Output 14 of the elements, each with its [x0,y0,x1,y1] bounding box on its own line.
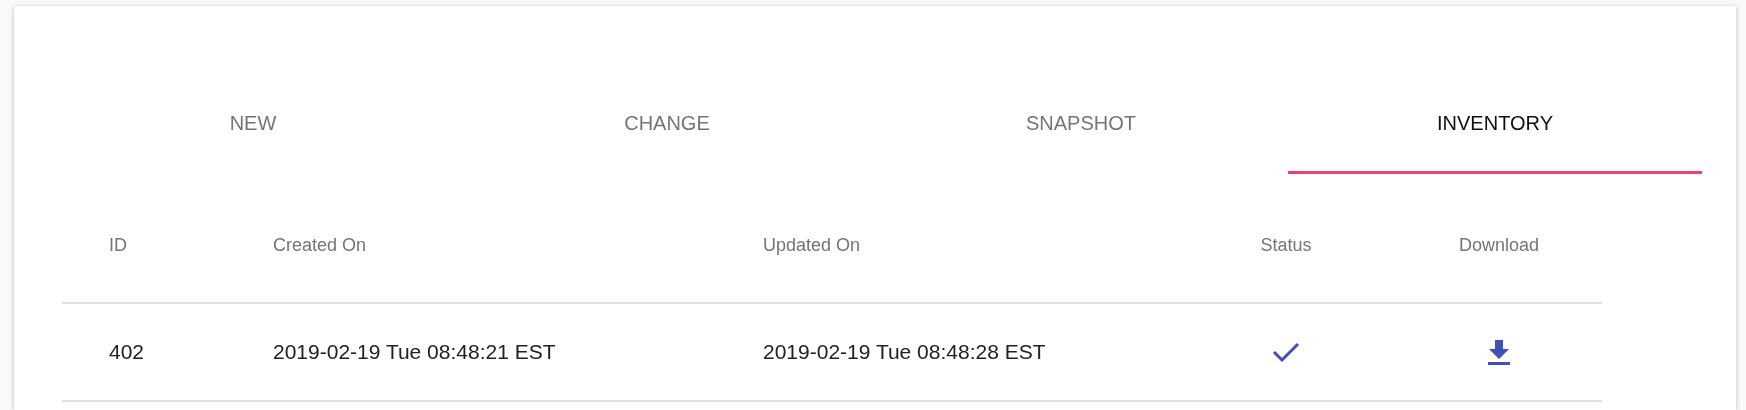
table-cell: 2019-02-19 Tue 08:48:28 EST [763,340,1046,363]
tab[interactable]: INVENTORY [1288,6,1702,174]
tab[interactable]: CHANGE [460,6,874,174]
column-header: Updated On [763,234,861,255]
column-header: ID [109,234,127,255]
table-cell: 402 [109,340,145,363]
table-cell: 2019-02-19 Tue 08:48:21 EST [273,340,556,363]
download-icon [1488,339,1510,365]
column-header: Created On [273,234,367,255]
tab[interactable]: NEW [46,6,460,174]
column-header: Status [1260,234,1312,256]
column-header: Download [1458,234,1540,256]
tab[interactable]: SNAPSHOT [874,6,1288,174]
download-button[interactable] [1488,339,1510,365]
